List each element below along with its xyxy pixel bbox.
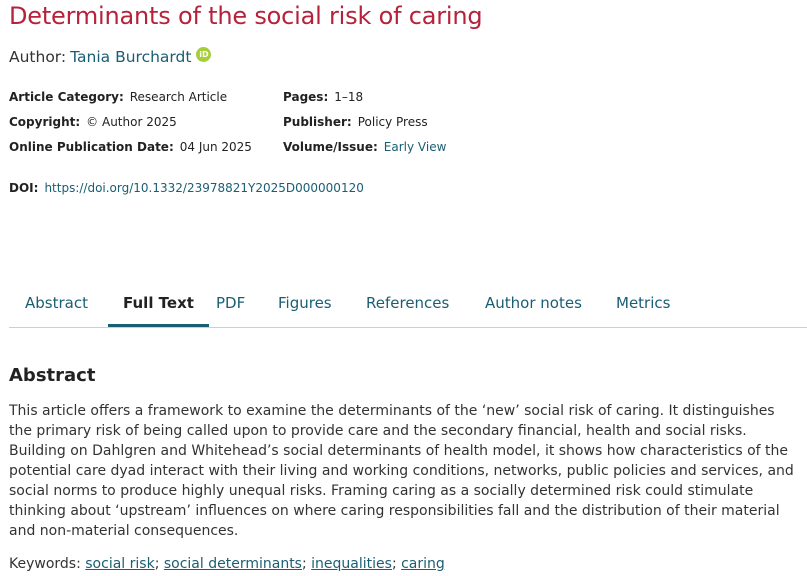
meta-label: DOI:	[9, 181, 39, 195]
keywords-line: Keywords: social risk; social determinan…	[9, 556, 445, 572]
keyword-link[interactable]: caring	[401, 556, 445, 572]
tab-abstract[interactable]: Abstract	[25, 288, 88, 326]
author-label: Author:	[9, 48, 67, 66]
meta-volume-issue: Volume/Issue: Early View	[283, 140, 446, 154]
meta-label: Online Publication Date:	[9, 140, 174, 154]
tab-author-notes[interactable]: Author notes	[485, 288, 582, 326]
tab-label: Full Text	[123, 294, 194, 312]
meta-label: Pages:	[283, 90, 329, 104]
keyword-separator: ;	[391, 556, 397, 572]
tab-metrics[interactable]: Metrics	[616, 288, 670, 326]
meta-value: © Author 2025	[86, 115, 177, 129]
tab-references[interactable]: References	[366, 288, 449, 326]
meta-pages: Pages: 1–18	[283, 90, 363, 104]
meta-copyright: Copyright: © Author 2025	[9, 115, 177, 129]
doi-link[interactable]: https://doi.org/10.1332/23978821Y2025D00…	[44, 181, 363, 195]
tab-label: Metrics	[616, 294, 671, 312]
tab-label: PDF	[216, 294, 246, 312]
tab-full-text[interactable]: Full Text	[108, 288, 209, 327]
article-tabs: Abstract Full Text PDF Figures Reference…	[9, 288, 807, 328]
meta-label: Copyright:	[9, 115, 81, 129]
tab-label: Author notes	[485, 294, 582, 312]
meta-doi: DOI: https://doi.org/10.1332/23978821Y202…	[9, 181, 364, 195]
keyword-link[interactable]: social determinants	[164, 556, 302, 572]
meta-online-date: Online Publication Date: 04 Jun 2025	[9, 140, 252, 154]
meta-label: Article Category:	[9, 90, 124, 104]
meta-value: Policy Press	[357, 115, 428, 129]
orcid-icon[interactable]: iD	[196, 46, 212, 62]
tab-label: Figures	[278, 294, 332, 312]
meta-value: Research Article	[129, 90, 228, 104]
meta-value: 04 Jun 2025	[179, 140, 252, 154]
tab-label: Abstract	[25, 294, 88, 312]
tab-figures[interactable]: Figures	[278, 288, 332, 326]
abstract-heading: Abstract	[9, 365, 96, 386]
keyword-link[interactable]: social risk	[85, 556, 154, 572]
tab-pdf[interactable]: PDF	[216, 288, 245, 326]
author-name-link[interactable]: Tania Burchardt	[70, 48, 191, 66]
meta-value: 1–18	[334, 90, 364, 104]
keyword-separator: ;	[301, 556, 307, 572]
meta-publisher: Publisher: Policy Press	[283, 115, 428, 129]
meta-label: Publisher:	[283, 115, 352, 129]
keywords-label: Keywords:	[9, 556, 81, 572]
article-title: Determinants of the social risk of carin…	[9, 2, 483, 30]
tab-label: References	[366, 294, 450, 312]
author-line: Author: Tania Burchardt iD	[9, 46, 212, 66]
meta-article-category: Article Category: Research Article	[9, 90, 227, 104]
meta-label: Volume/Issue:	[283, 140, 378, 154]
keyword-separator: ;	[154, 556, 160, 572]
abstract-text: This article offers a framework to exami…	[9, 403, 794, 539]
keyword-link[interactable]: inequalities	[311, 556, 392, 572]
volume-issue-link[interactable]: Early View	[384, 140, 447, 154]
